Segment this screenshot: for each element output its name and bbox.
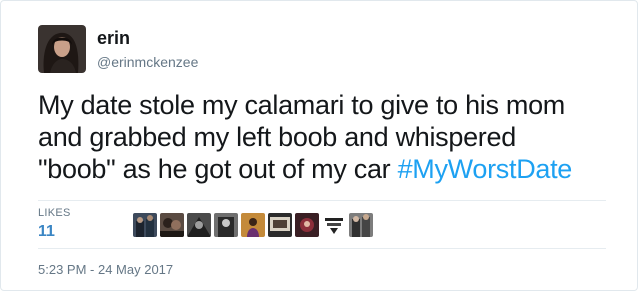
liker-avatar-icon: [187, 213, 211, 237]
tweet-text: My date stole my calamari to give to his…: [38, 89, 618, 185]
tweet-text-line: and grabbed my left boob and whispered: [38, 122, 516, 152]
tweet-text-segment: "boob" as he got out of my car: [38, 154, 398, 184]
liker-avatar-icon: [160, 213, 184, 237]
liker-avatar-icon: [295, 213, 319, 237]
liker-avatar-icon: [133, 213, 157, 237]
liker-avatar-icon: [349, 213, 373, 237]
user-avatar[interactable]: [38, 25, 86, 73]
likes-label: LIKES: [38, 207, 71, 219]
liker-avatar[interactable]: [268, 213, 292, 237]
tweet-card: erin @erinmckenzee My date stole my cala…: [0, 0, 638, 291]
hashtag-link[interactable]: #MyWorstDate: [398, 154, 573, 184]
liker-avatar[interactable]: [295, 213, 319, 237]
liker-avatar-icon: [214, 213, 238, 237]
liker-avatar[interactable]: [322, 213, 346, 237]
liker-avatar[interactable]: [214, 213, 238, 237]
likers-avatar-row: [133, 213, 373, 237]
stats-divider-bottom: [38, 248, 606, 249]
tweet-timestamp[interactable]: 5:23 PM - 24 May 2017: [38, 262, 173, 277]
liker-avatar-icon: [268, 213, 292, 237]
stats-divider-top: [38, 200, 606, 201]
liker-avatar[interactable]: [160, 213, 184, 237]
liker-avatar-icon: [322, 213, 346, 237]
avatar-photo-icon: [38, 25, 86, 73]
display-name[interactable]: erin: [97, 27, 130, 49]
liker-avatar-icon: [241, 213, 265, 237]
liker-avatar[interactable]: [133, 213, 157, 237]
tweet-text-line: "boob" as he got out of my car #MyWorstD…: [38, 153, 618, 185]
likes-count[interactable]: 11: [38, 223, 55, 241]
liker-avatar[interactable]: [187, 213, 211, 237]
liker-avatar[interactable]: [241, 213, 265, 237]
tweet-text-line: My date stole my calamari to give to his…: [38, 90, 565, 120]
liker-avatar[interactable]: [349, 213, 373, 237]
user-handle[interactable]: @erinmckenzee: [97, 53, 198, 71]
